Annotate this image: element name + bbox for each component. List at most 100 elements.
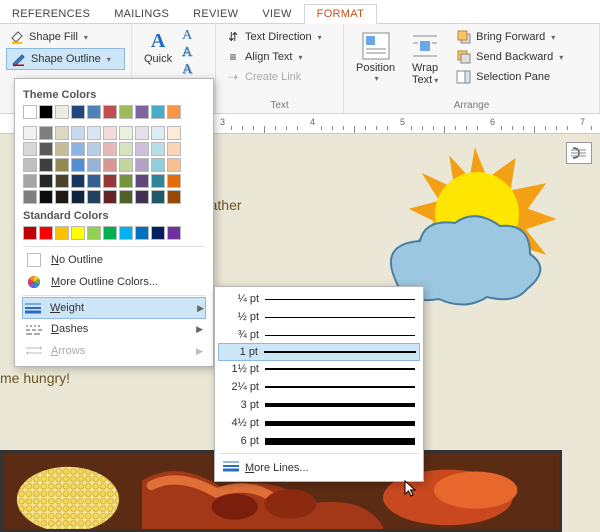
color-swatch[interactable]: [55, 105, 69, 119]
color-swatch[interactable]: [119, 226, 133, 240]
color-swatch[interactable]: [87, 142, 101, 156]
color-swatch[interactable]: [23, 190, 37, 204]
color-swatch[interactable]: [87, 190, 101, 204]
color-swatch[interactable]: [71, 190, 85, 204]
tab-view[interactable]: VIEW: [250, 5, 303, 23]
color-swatch[interactable]: [119, 174, 133, 188]
color-swatch[interactable]: [23, 174, 37, 188]
text-outline-icon[interactable]: A: [182, 45, 192, 61]
color-swatch[interactable]: [55, 226, 69, 240]
color-swatch[interactable]: [71, 142, 85, 156]
color-swatch[interactable]: [103, 190, 117, 204]
color-swatch[interactable]: [23, 126, 37, 140]
tab-format[interactable]: FORMAT: [304, 4, 377, 24]
color-swatch[interactable]: [39, 174, 53, 188]
color-swatch[interactable]: [103, 142, 117, 156]
color-swatch[interactable]: [167, 105, 181, 119]
color-swatch[interactable]: [135, 126, 149, 140]
weight-option[interactable]: ½ pt: [219, 308, 419, 326]
no-outline-item[interactable]: No Outline: [23, 249, 205, 271]
color-swatch[interactable]: [87, 174, 101, 188]
shape-outline-button[interactable]: Shape Outline ▾: [6, 48, 125, 70]
wrap-text-button[interactable]: WrapText▾: [403, 28, 447, 88]
color-swatch[interactable]: [71, 226, 85, 240]
color-swatch[interactable]: [71, 174, 85, 188]
color-swatch[interactable]: [151, 158, 165, 172]
color-swatch[interactable]: [167, 158, 181, 172]
color-swatch[interactable]: [71, 158, 85, 172]
color-swatch[interactable]: [55, 158, 69, 172]
color-swatch[interactable]: [151, 226, 165, 240]
color-swatch[interactable]: [39, 142, 53, 156]
color-swatch[interactable]: [103, 126, 117, 140]
color-swatch[interactable]: [23, 142, 37, 156]
color-swatch[interactable]: [167, 142, 181, 156]
wordart-quick-styles[interactable]: A Quick: [138, 28, 178, 67]
color-swatch[interactable]: [167, 126, 181, 140]
color-swatch[interactable]: [87, 158, 101, 172]
dashes-menu-item[interactable]: Dashes ▶: [23, 318, 205, 340]
bring-forward-button[interactable]: Bring Forward▾: [453, 28, 593, 46]
color-swatch[interactable]: [103, 105, 117, 119]
color-swatch[interactable]: [39, 190, 53, 204]
position-button[interactable]: Position▾: [350, 28, 401, 85]
color-swatch[interactable]: [119, 126, 133, 140]
tab-references[interactable]: REFERENCES: [0, 5, 102, 23]
color-swatch[interactable]: [39, 126, 53, 140]
color-swatch[interactable]: [71, 105, 85, 119]
text-fill-icon[interactable]: A: [182, 28, 192, 44]
tab-mailings[interactable]: MAILINGS: [102, 5, 181, 23]
color-swatch[interactable]: [39, 226, 53, 240]
color-swatch[interactable]: [151, 105, 165, 119]
color-swatch[interactable]: [167, 190, 181, 204]
color-swatch[interactable]: [39, 105, 53, 119]
color-swatch[interactable]: [23, 226, 37, 240]
color-swatch[interactable]: [119, 190, 133, 204]
weight-option[interactable]: 1½ pt: [219, 360, 419, 378]
color-swatch[interactable]: [151, 142, 165, 156]
color-swatch[interactable]: [87, 105, 101, 119]
color-swatch[interactable]: [135, 190, 149, 204]
color-swatch[interactable]: [167, 226, 181, 240]
color-swatch[interactable]: [151, 190, 165, 204]
color-swatch[interactable]: [103, 226, 117, 240]
arrows-menu-item[interactable]: Arrows ▶: [23, 340, 205, 362]
color-swatch[interactable]: [103, 174, 117, 188]
color-swatch[interactable]: [87, 226, 101, 240]
color-swatch[interactable]: [55, 126, 69, 140]
color-swatch[interactable]: [23, 158, 37, 172]
color-swatch[interactable]: [39, 158, 53, 172]
color-swatch[interactable]: [119, 158, 133, 172]
weight-option[interactable]: 2¼ pt: [219, 378, 419, 396]
shape-fill-button[interactable]: Shape Fill ▾: [6, 28, 125, 46]
more-lines-item[interactable]: More Lines...: [219, 457, 419, 478]
layout-options-button[interactable]: [566, 142, 592, 164]
color-swatch[interactable]: [23, 105, 37, 119]
color-swatch[interactable]: [71, 126, 85, 140]
weight-option[interactable]: 1 pt: [218, 343, 420, 361]
send-backward-button[interactable]: Send Backward▾: [453, 48, 593, 66]
color-swatch[interactable]: [55, 190, 69, 204]
color-swatch[interactable]: [151, 174, 165, 188]
weight-option[interactable]: ¾ pt: [219, 326, 419, 344]
weight-option[interactable]: ¼ pt: [219, 290, 419, 308]
text-effects-icon[interactable]: A: [182, 62, 192, 78]
weight-menu-item[interactable]: Weight ▶: [22, 297, 206, 319]
color-swatch[interactable]: [119, 105, 133, 119]
color-swatch[interactable]: [55, 142, 69, 156]
weight-option[interactable]: 4½ pt: [219, 414, 419, 432]
color-swatch[interactable]: [135, 174, 149, 188]
tab-review[interactable]: REVIEW: [181, 5, 250, 23]
color-swatch[interactable]: [135, 105, 149, 119]
color-swatch[interactable]: [167, 174, 181, 188]
text-direction-button[interactable]: ⇵ Text Direction▾: [222, 28, 337, 46]
weight-option[interactable]: 6 pt: [219, 432, 419, 450]
align-text-button[interactable]: ≡ Align Text▾: [222, 48, 337, 66]
color-swatch[interactable]: [87, 126, 101, 140]
more-outline-colors-item[interactable]: More Outline Colors...: [23, 271, 205, 293]
color-swatch[interactable]: [55, 174, 69, 188]
color-swatch[interactable]: [119, 142, 133, 156]
color-swatch[interactable]: [135, 226, 149, 240]
color-swatch[interactable]: [151, 126, 165, 140]
color-swatch[interactable]: [103, 158, 117, 172]
